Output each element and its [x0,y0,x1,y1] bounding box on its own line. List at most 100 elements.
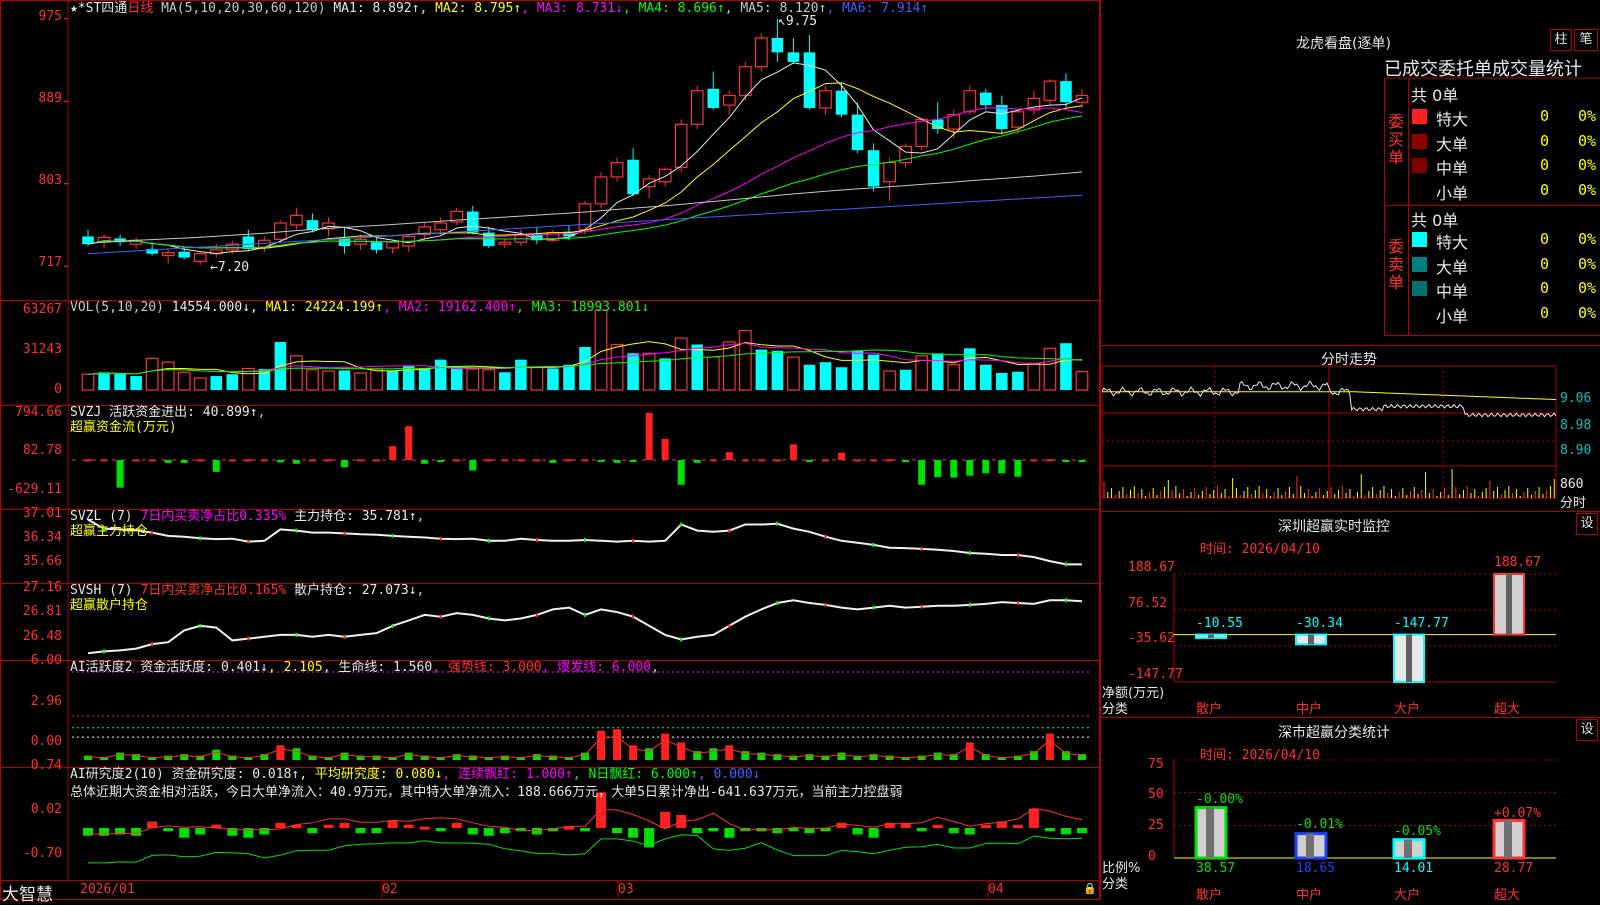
volume-bar-up [610,343,624,391]
svzj-bar [902,460,910,462]
header-segment: , 强势线: 3.000 [432,660,542,675]
svsh-line-marker [151,642,154,647]
sz-y-label: -147.77 [1128,667,1183,682]
svzj-bar [789,444,797,460]
class-stat-settings-button[interactable]: 设 [1576,719,1598,741]
candle-down [242,236,255,249]
candle-up [722,94,736,106]
volume-bar-down [1012,371,1024,390]
svzl-line-marker [680,522,683,527]
ai-research-bar [467,828,478,835]
class-bar-shade [1206,807,1214,858]
ai-active-bar [1045,733,1054,760]
svzj-bar [405,426,413,460]
sell-row-swatch [1412,305,1427,321]
svsh-y-label: 27.16 [22,580,62,595]
buy-row-name: 大单 [1436,134,1469,154]
volume-bar-down [579,347,591,390]
tick-mode-button[interactable]: 笔 [1574,29,1598,51]
ai-active-bar [116,752,125,760]
class-category-label: 中户 [1296,888,1323,903]
volume-bar-up [193,377,207,391]
candle-up [193,253,207,262]
svsh-line-marker [1064,598,1067,603]
svzl-line-marker [1016,553,1019,558]
ai-research-bar [724,828,735,838]
candle-up [161,252,175,257]
ai-active-bar [965,742,974,760]
class-stat-title: 深市超赢分类统计 [1278,725,1390,741]
candle-up [690,90,704,125]
ai-research-bar [275,822,286,828]
buy-row-percent: 0% [1578,156,1597,174]
svzj-bar [645,412,653,460]
sz-value-label: 188.67 [1494,555,1541,570]
ai-research-bar [692,828,703,834]
svzj-bar [469,460,477,471]
buy-row-name: 中单 [1436,159,1469,178]
ai-active-bar [260,754,269,760]
outer-frame [0,0,1100,900]
header-segment: SVSH (7) [70,583,141,598]
svzj-bar [132,459,140,462]
vol-y-label: 63267 [22,302,62,317]
candle-down [338,238,351,247]
ai-active-bar [757,752,766,760]
header-segment: VOL(5,10,20) [70,300,172,315]
svsh-line-marker [776,601,779,606]
lock-icon[interactable]: 🔒 [1083,882,1097,895]
ai-research-panel-header: AI研究度2(10) 资金研究度: 0.018↑, 平均研究度: 0.080↓,… [70,767,761,782]
svzj-bar [228,459,236,462]
class-top-label: +0.07% [1494,806,1541,821]
volume-bar-up [370,368,383,391]
candle-down [306,220,319,230]
class-top-label: -0.01% [1296,817,1343,832]
svzj-bar [164,460,172,463]
main-chart-area[interactable]: ★*ST四通日线 MA(5,10,20,30,60,120) MA1: 8.89… [0,0,1100,905]
sz-monitor-settings-button[interactable]: 设 [1576,513,1598,535]
volume-bar-down [835,367,848,390]
main-chart-svg[interactable] [0,0,1100,900]
class-cat-label: 分类 [1102,877,1129,892]
svzj-bar [613,460,621,463]
ai-active-y-label: 0.00 [30,734,62,749]
ai-research-bar [435,828,446,832]
header-segment: , [651,660,659,675]
class-y-label: 75 [1148,757,1164,772]
svzl-line [87,518,1082,566]
bar-mode-button[interactable]: 柱 [1550,29,1572,51]
candle-up [1011,111,1025,128]
sell-row-name: 特大 [1436,233,1469,252]
svzj-bar [934,460,942,478]
ai-active-bar [629,745,638,760]
header-segment: 散户持仓: 27.073↓ [286,583,417,598]
candle-up [498,241,512,245]
buy-row-count: 0 [1540,180,1550,199]
volume-bar-down [996,372,1008,390]
ai-research-bar [403,824,414,828]
svzj-bar [725,452,733,460]
sz-category-label: 散户 [1196,702,1223,717]
svzj-bar [821,459,829,462]
class-bottom-label: 18.65 [1296,861,1336,876]
svzj-bar [886,459,894,462]
svzl-subtitle: 超赢主力持仓 [70,524,149,539]
svzl-y-label: 35.66 [22,554,62,569]
buy-row-percent: 0% [1578,107,1597,125]
svsh-line-marker [920,604,923,609]
vol-y-label: 0 [54,382,62,397]
svzj-y-label: -629.11 [7,482,62,497]
header-segment: , MA2: 19162.400↑ [383,300,517,315]
ai-active-bar [532,754,541,760]
ai-active-y-label: 2.96 [30,694,62,709]
svzj-y-label: 82.78 [22,443,62,458]
ai-research-bar [307,828,318,834]
svsh-line-marker [295,632,298,637]
candle-up [610,162,624,178]
ai-research-bar [1060,828,1071,835]
ai-research-bar [628,828,639,838]
sz-value-label: -30.34 [1296,616,1343,631]
svzj-bar [533,459,541,462]
ai-research-bar [339,822,350,828]
candle-down [1060,81,1072,103]
